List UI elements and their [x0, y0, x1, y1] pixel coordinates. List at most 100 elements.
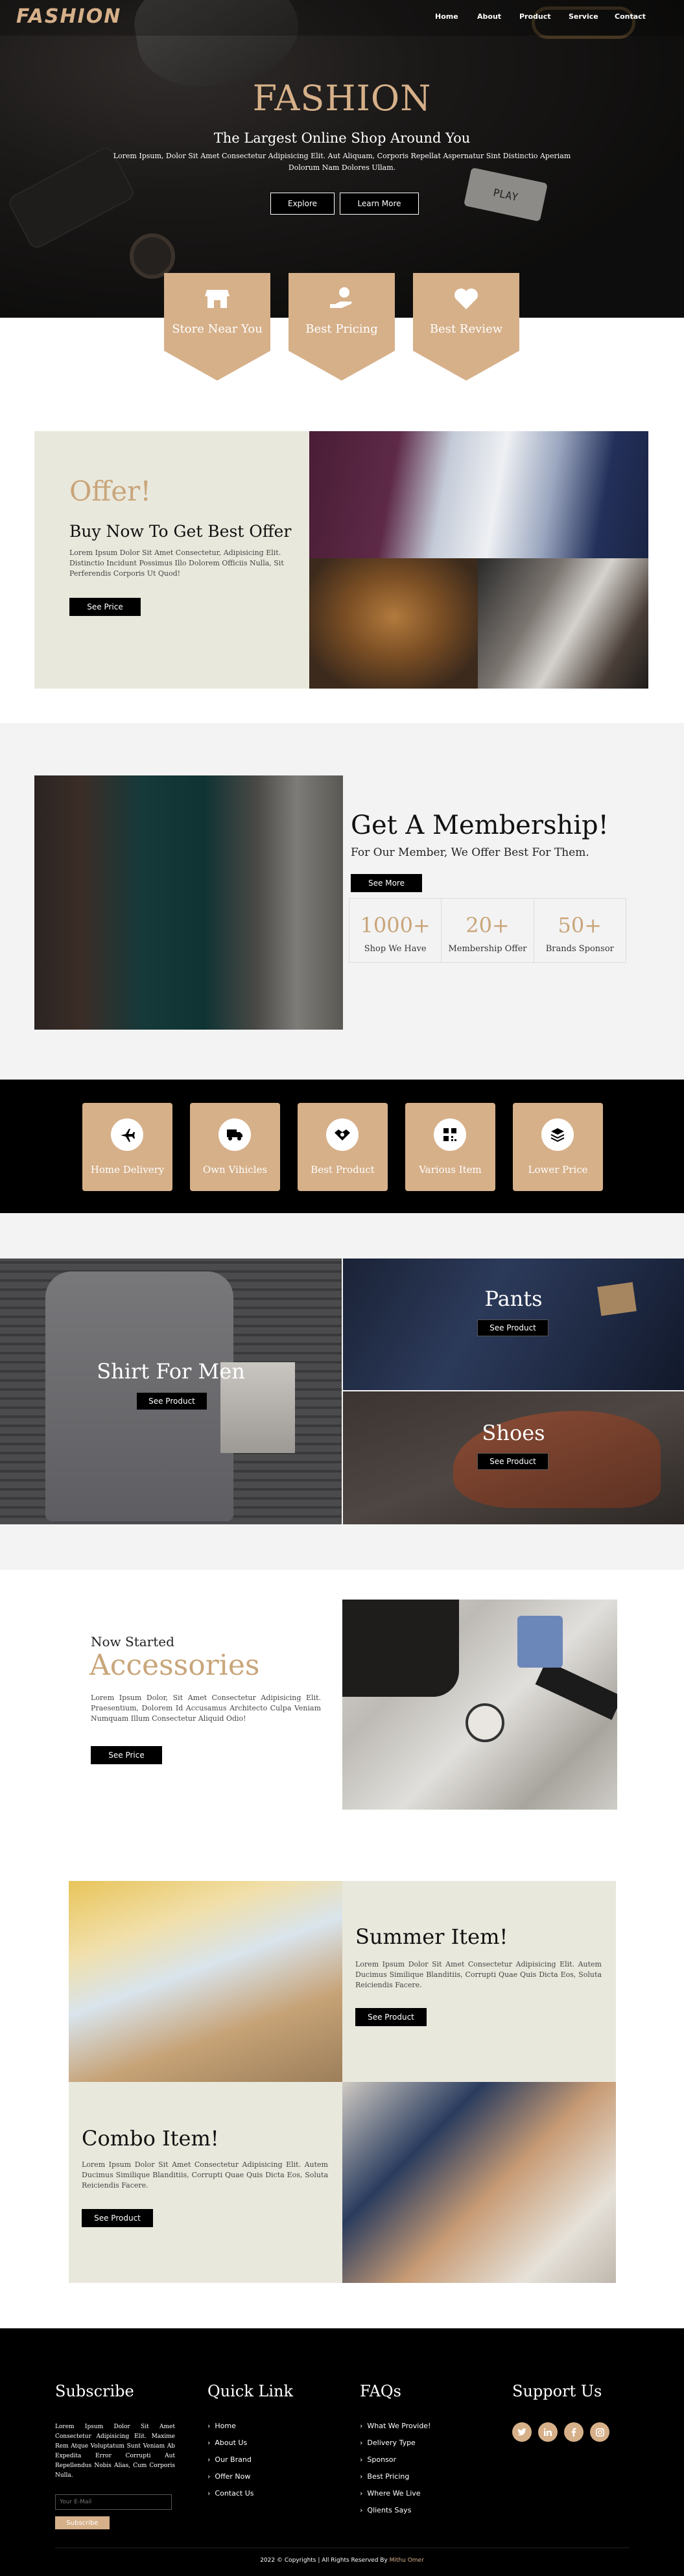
instagram-icon[interactable]	[590, 2422, 609, 2442]
feature-best-review[interactable]: Best Review	[413, 273, 519, 381]
footer-divider	[55, 2547, 629, 2548]
logo[interactable]: FASHION	[16, 5, 121, 28]
membership-subtitle: For Our Member, We Offer Best For Them.	[351, 846, 589, 859]
shoes-card[interactable]: Shoes See Product	[343, 1391, 684, 1524]
chevron-right-icon: ›	[207, 2489, 215, 2498]
service-best-product[interactable]: Best Product	[298, 1103, 388, 1191]
quick-link-brand[interactable]: › Our Brand	[207, 2455, 337, 2472]
stat-card: 50+ Brands Sponsor	[534, 898, 626, 963]
accessories-kicker: Now Started	[91, 1634, 174, 1649]
pants-see-product-button[interactable]: See Product	[477, 1319, 548, 1336]
chevron-right-icon: ›	[207, 2439, 215, 2447]
faq-link-label: What We Provide!	[367, 2422, 431, 2430]
linkedin-icon[interactable]	[538, 2422, 558, 2442]
accessories-body: Lorem Ipsum Dolor, Sit Amet Consectetur …	[91, 1694, 321, 1723]
learn-more-button[interactable]: Learn More	[340, 193, 419, 215]
faq-link-label: Where We Live	[367, 2489, 421, 2498]
offer-section: Offer! Buy Now To Get Best Offer Lorem I…	[34, 431, 648, 689]
nav-item-contact[interactable]: Contact	[615, 12, 646, 21]
belt-image	[535, 1660, 617, 1720]
faq-link[interactable]: › Delivery Type	[360, 2439, 489, 2455]
combo-title: Combo Item!	[82, 2126, 219, 2151]
faq-link[interactable]: › Sponsor	[360, 2455, 489, 2472]
faq-link[interactable]: › Where We Live	[360, 2489, 489, 2506]
footer-faq-links: › What We Provide! › Delivery Type › Spo…	[360, 2422, 489, 2523]
chevron-right-icon: ›	[207, 2455, 215, 2464]
offer-see-price-button[interactable]: See Price	[69, 598, 141, 616]
chevron-right-icon: ›	[360, 2489, 368, 2498]
service-lower-price[interactable]: Lower Price	[513, 1103, 603, 1191]
explore-button[interactable]: Explore	[270, 193, 335, 215]
summer-title: Summer Item!	[355, 1924, 508, 1949]
quick-link-contact[interactable]: › Contact Us	[207, 2489, 337, 2506]
bag-image	[342, 1600, 459, 1697]
offer-body: Lorem Ipsum Dolor Sit Amet Consectetur, …	[69, 549, 284, 578]
shoes-see-product-button[interactable]: See Product	[477, 1453, 548, 1470]
services-section: Home Delivery Own Vihicles Best Product …	[0, 1080, 684, 1213]
service-label: Various Item	[419, 1164, 482, 1176]
accessories-image	[342, 1600, 617, 1810]
feature-label: Best Review	[429, 322, 503, 336]
quick-link-home[interactable]: › Home	[207, 2422, 337, 2439]
shoes-category-title: Shoes	[482, 1421, 545, 1445]
footer: Subscribe Lorem Ipsum Dolor Sit Amet Con…	[0, 2328, 684, 2576]
nav-item-home[interactable]: Home	[435, 12, 458, 21]
offer-kicker: Offer!	[69, 475, 152, 507]
email-field[interactable]	[55, 2494, 172, 2510]
faq-link-label: Sponsor	[367, 2455, 397, 2464]
accessories-title: Accessories	[89, 1649, 260, 1682]
accessories-see-price-button[interactable]: See Price	[91, 1746, 162, 1764]
combo-image	[342, 2082, 616, 2283]
men-see-product-button[interactable]: See Product	[137, 1393, 207, 1410]
footer-faqs-title: FAQs	[360, 2382, 401, 2400]
chevron-right-icon: ›	[207, 2472, 215, 2481]
service-own-vihicles[interactable]: Own Vihicles	[190, 1103, 280, 1191]
service-label: Home Delivery	[90, 1164, 165, 1176]
membership-see-more-button[interactable]: See More	[351, 874, 422, 892]
quick-link-offer[interactable]: › Offer Now	[207, 2472, 337, 2489]
plane-icon	[111, 1118, 143, 1151]
nav-item-service[interactable]: Service	[569, 12, 598, 21]
combo-see-product-button[interactable]: See Product	[82, 2209, 153, 2227]
stat-label: Membership Offer	[448, 944, 527, 954]
subscribe-button[interactable]: Subscribe	[55, 2516, 110, 2529]
footer-subscribe-body: Lorem Ipsum Dolor Sit Amet Consectetur A…	[55, 2424, 175, 2479]
faq-link[interactable]: › Qlients Says	[360, 2506, 489, 2523]
copyright-author-link[interactable]: Mithu Omer	[390, 2557, 424, 2564]
truck-icon	[218, 1118, 251, 1151]
quick-link-label: Offer Now	[215, 2472, 251, 2481]
chevron-right-icon: ›	[360, 2472, 368, 2481]
accessories-section: Now Started Accessories Lorem Ipsum Dolo…	[0, 1570, 684, 1881]
footer-quick-link-title: Quick Link	[207, 2382, 294, 2400]
quick-link-about[interactable]: › About Us	[207, 2439, 337, 2455]
man-sitting-image	[309, 558, 478, 689]
service-label: Lower Price	[528, 1164, 588, 1176]
nav-item-about[interactable]: About	[477, 12, 501, 21]
summer-see-product-button[interactable]: See Product	[355, 2008, 427, 2026]
faq-link[interactable]: › What We Provide!	[360, 2422, 489, 2439]
service-label: Own Vihicles	[202, 1164, 268, 1176]
footer-quick-links: › Home › About Us › Our Brand › Offer No…	[207, 2422, 337, 2506]
footer-subscribe-title: Subscribe	[55, 2382, 134, 2400]
quick-link-label: About Us	[215, 2439, 248, 2447]
service-label: Best Product	[311, 1164, 375, 1176]
stat-value: 20+	[466, 913, 510, 938]
feature-store-near-you[interactable]: Store Near You	[164, 273, 270, 381]
qrcode-icon	[434, 1118, 466, 1151]
membership-title: Get A Membership!	[351, 810, 609, 840]
nav-item-product[interactable]: Product	[519, 12, 551, 21]
feature-best-pricing[interactable]: Best Pricing	[289, 273, 395, 381]
service-various-item[interactable]: Various Item	[405, 1103, 495, 1191]
service-home-delivery[interactable]: Home Delivery	[82, 1103, 172, 1191]
pants-card[interactable]: Pants See Product	[343, 1258, 684, 1390]
men-shirt-card[interactable]: Shirt For Men See Product	[0, 1258, 342, 1524]
facebook-icon[interactable]	[564, 2422, 584, 2442]
hero-body: Lorem Ipsum, Dolor Sit Amet Consectetur …	[113, 152, 571, 172]
quick-link-label: Home	[215, 2422, 236, 2430]
hero-section: PLAY FASHION Home About Product Service …	[0, 0, 684, 318]
handshake-icon	[326, 1118, 359, 1151]
offer-title: Buy Now To Get Best Offer	[69, 522, 292, 541]
chevron-right-icon: ›	[360, 2422, 368, 2430]
twitter-icon[interactable]	[512, 2422, 532, 2442]
faq-link[interactable]: › Best Pricing	[360, 2472, 489, 2489]
